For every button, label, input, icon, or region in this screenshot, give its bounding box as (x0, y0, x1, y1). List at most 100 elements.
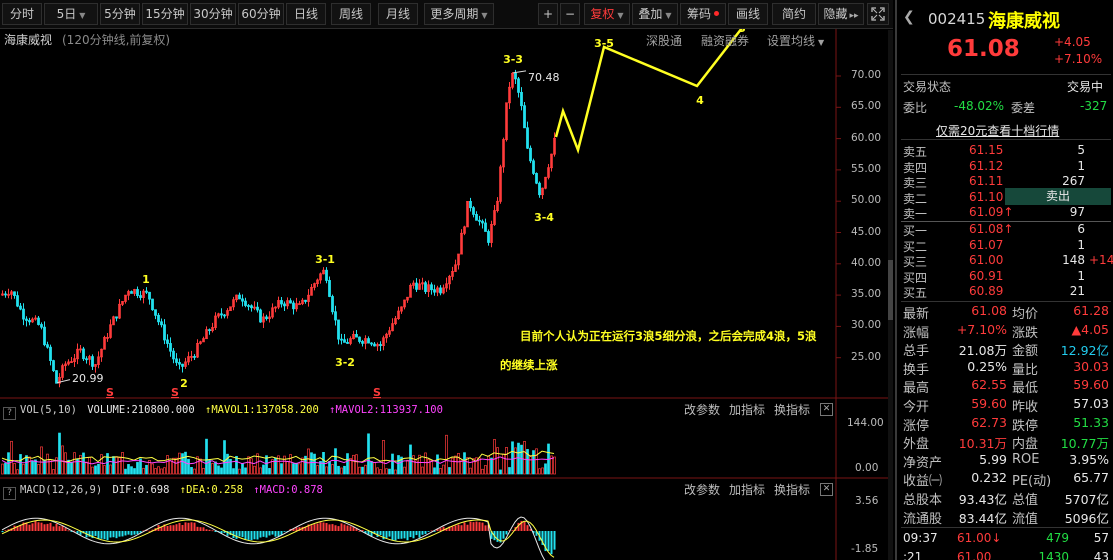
level2-quote-link[interactable]: 仅需20元查看十档行情 (936, 122, 1059, 139)
volume-add-indicator-button[interactable]: 加指标 (729, 402, 765, 419)
macd-bar (250, 531, 253, 541)
volume-swap-indicator-button[interactable]: 换指标 (774, 402, 810, 419)
macd-bar (511, 530, 514, 532)
macd-swap-indicator-button[interactable]: 换指标 (774, 482, 810, 499)
macd-bar (112, 531, 115, 538)
bid-price: 60.89 (969, 284, 1004, 298)
volume-bar (382, 440, 385, 475)
macd-bar (4, 530, 7, 532)
tab-15min[interactable]: 15分钟 (142, 3, 188, 25)
volume-bar (496, 447, 499, 475)
tab-monthly[interactable]: 月线 (378, 3, 418, 25)
volume-bar (232, 468, 235, 475)
candle-body (520, 91, 523, 107)
macd-bar (310, 525, 313, 531)
adjust-price-button[interactable]: 复权 ▼ (584, 3, 630, 25)
volume-bar (40, 446, 43, 475)
tab-weekly[interactable]: 周线 (331, 3, 371, 25)
candle-body (139, 295, 142, 298)
draw-line-button[interactable]: 画线 (728, 3, 768, 25)
fullscreen-button[interactable] (867, 3, 889, 25)
simple-mode-button[interactable]: 简约 (772, 3, 816, 25)
ask-volume: 267 (1062, 174, 1085, 188)
zoom-out-button[interactable]: − (560, 3, 580, 25)
tab-label: 日线 (293, 7, 318, 21)
margin-trading-link[interactable]: 融资融券 (701, 32, 749, 49)
candle-body (487, 231, 490, 243)
macd-bar (265, 531, 268, 538)
volume-bar (244, 467, 247, 475)
tab-intraday[interactable]: 分时 (2, 3, 42, 25)
bid-volume: 6 (1077, 222, 1085, 236)
volume-close-icon[interactable]: ✕ (820, 403, 833, 416)
tab-30min[interactable]: 30分钟 (190, 3, 236, 25)
chip-distribution-button[interactable]: 筹码 (680, 3, 726, 25)
volume-bar (247, 456, 250, 475)
kline-chart-area[interactable]: 70.4820.99123-13-23-33-43-545SSS (0, 29, 893, 560)
ask-level-label: 卖一 (903, 207, 928, 221)
candle-body (280, 300, 283, 305)
divider (901, 527, 1111, 528)
volume-bar (253, 465, 256, 475)
tab-more-periods[interactable]: 更多周期 ▼ (424, 3, 494, 25)
sell-button[interactable]: 卖出 (1005, 188, 1111, 205)
macd-bar (109, 531, 112, 538)
macd-bar (547, 531, 550, 552)
volume-bar (391, 453, 394, 475)
candle-body (82, 348, 85, 360)
macd-bar (457, 524, 460, 531)
volume-bar (433, 467, 436, 475)
candle-body (370, 342, 373, 345)
scrollbar-thumb[interactable] (888, 260, 893, 320)
help-icon[interactable]: ? (3, 487, 16, 500)
macd-value: MACD:0.878 (259, 484, 323, 496)
hk-connect-link[interactable]: 深股通 (646, 32, 682, 49)
help-icon[interactable]: ? (3, 407, 16, 420)
volume-bar (298, 463, 301, 475)
volume-bar (466, 457, 469, 475)
volume-bar (451, 457, 454, 475)
hide-button[interactable]: 隐藏 ▸▸ (818, 3, 864, 25)
tab-label: 15分钟 (145, 7, 185, 21)
macd-bar (55, 523, 58, 531)
tab-daily[interactable]: 日线 (286, 3, 326, 25)
macd-bar (178, 523, 181, 531)
macd-bar (97, 531, 100, 540)
volume-edit-params-button[interactable]: 改参数 (684, 402, 720, 419)
macd-bar (343, 524, 346, 531)
candle-body (283, 303, 286, 307)
candle-body (343, 339, 346, 343)
back-chevron-icon[interactable]: ❮ (903, 9, 915, 25)
candle-body (4, 293, 7, 296)
candle-body (331, 296, 334, 313)
price-tick-label: 60.00 (851, 131, 882, 144)
volume-bar (97, 463, 100, 475)
chart-scrollbar[interactable] (888, 30, 893, 560)
volume-axis-max: 144.00 (847, 417, 884, 429)
volume-bar (430, 460, 433, 475)
divider (901, 74, 1111, 75)
ma-settings-link[interactable]: 设置均线 ▼ (767, 32, 824, 49)
candle-body (160, 321, 163, 326)
macd-add-indicator-button[interactable]: 加指标 (729, 482, 765, 499)
tab-5min[interactable]: 5分钟 (100, 3, 140, 25)
macd-edit-params-button[interactable]: 改参数 (684, 482, 720, 499)
button-label: 隐藏 (823, 7, 848, 21)
volume-bar (379, 469, 382, 475)
macd-legend: ? MACD(12,26,9) DIF:0.698 ↑DEA:0.258 ↑MAC… (0, 482, 323, 500)
overlay-button[interactable]: 叠加 ▼ (632, 3, 678, 25)
stock-code: 002415 (928, 10, 986, 28)
tab-label: 30分钟 (193, 7, 233, 21)
tab-5day[interactable]: 5日 ▼ (44, 3, 98, 25)
macd-close-icon[interactable]: ✕ (820, 483, 833, 496)
candle-body (379, 344, 382, 346)
tab-60min[interactable]: 60分钟 (238, 3, 284, 25)
bid-volume: 148 (1062, 253, 1085, 267)
volume-bar (31, 460, 34, 475)
volume-bar (181, 453, 184, 475)
macd-bar (37, 522, 40, 531)
volume-bar (337, 465, 340, 475)
zoom-in-button[interactable]: + (538, 3, 558, 25)
volume-bar (544, 463, 547, 475)
stat-label: 涨幅 (903, 325, 930, 341)
